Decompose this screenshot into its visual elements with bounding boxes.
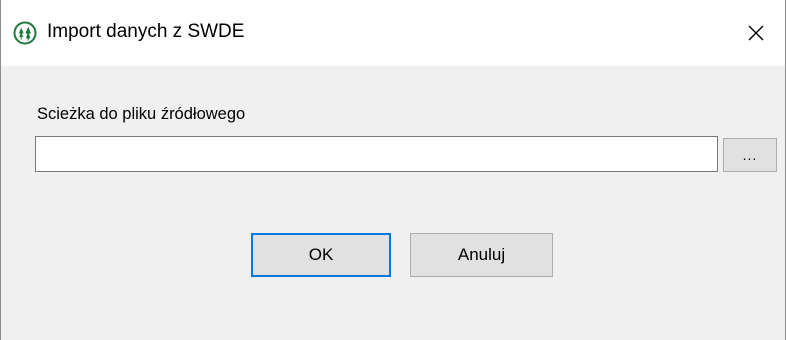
close-icon xyxy=(747,24,765,42)
import-dialog-window: Import danych z SWDE Scieżka do pliku źr… xyxy=(0,0,786,340)
window-title: Import danych z SWDE xyxy=(47,21,245,42)
browse-button[interactable]: ... xyxy=(723,138,777,172)
ok-button[interactable]: OK xyxy=(251,233,391,277)
source-path-label: Scieżka do pliku źródłowego xyxy=(37,105,246,123)
cancel-button[interactable]: Anuluj xyxy=(410,233,553,277)
title-bar[interactable]: Import danych z SWDE xyxy=(1,0,785,66)
close-button[interactable] xyxy=(727,0,785,66)
green-tree-logo-icon xyxy=(13,21,37,45)
source-path-input[interactable] xyxy=(35,136,718,172)
